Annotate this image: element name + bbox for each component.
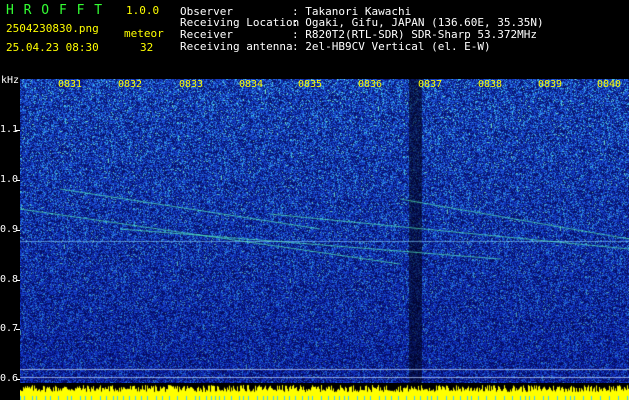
y-axis-unit: kHz [1, 75, 20, 86]
app-version: 1.0.0 [126, 4, 160, 17]
info-label-antenna: Receiving antenna [180, 40, 293, 53]
x-tick-label: 0840 [597, 79, 622, 90]
signal-level-bar [20, 383, 629, 400]
x-tick-label: 0836 [358, 79, 383, 90]
info-label-receiver: Receiver [180, 28, 233, 41]
x-tick-label: 0837 [418, 79, 443, 90]
x-tick-label: 0834 [239, 79, 264, 90]
x-tick-label: 0832 [118, 79, 143, 90]
info-value-receiver: : R820T2(RTL-SDR) SDR-Sharp 53.372MHz [292, 28, 538, 41]
info-value-location: : Ogaki, Gifu, JAPAN (136.60E, 35.35N) [292, 16, 544, 29]
y-tick-label: 1.0 [0, 174, 19, 185]
x-tick-label: 0831 [58, 79, 83, 90]
app-title: H R O F F T [6, 3, 104, 18]
datetime: 25.04.23 08:30 [6, 41, 99, 54]
x-tick-label: 0835 [298, 79, 323, 90]
event-count: 32 [140, 41, 154, 54]
y-tick-label: 0.9 [0, 224, 19, 235]
info-value-antenna: : 2el-HB9CV Vertical (el. E-W) [292, 40, 491, 53]
x-tick-label: 0838 [478, 79, 503, 90]
x-tick-label: 0833 [179, 79, 204, 90]
info-label-location: Receiving Location [180, 16, 300, 29]
y-tick-label: 0.8 [0, 274, 19, 285]
y-tick-label: 1.1 [0, 124, 19, 135]
x-tick-label: 0839 [538, 79, 563, 90]
spectrogram [20, 79, 629, 383]
filename: 2504230830.png [6, 22, 99, 35]
y-tick-label: 0.6 [0, 373, 19, 384]
y-tick-label: 0.7 [0, 323, 19, 334]
mode-label: meteor [124, 27, 164, 40]
